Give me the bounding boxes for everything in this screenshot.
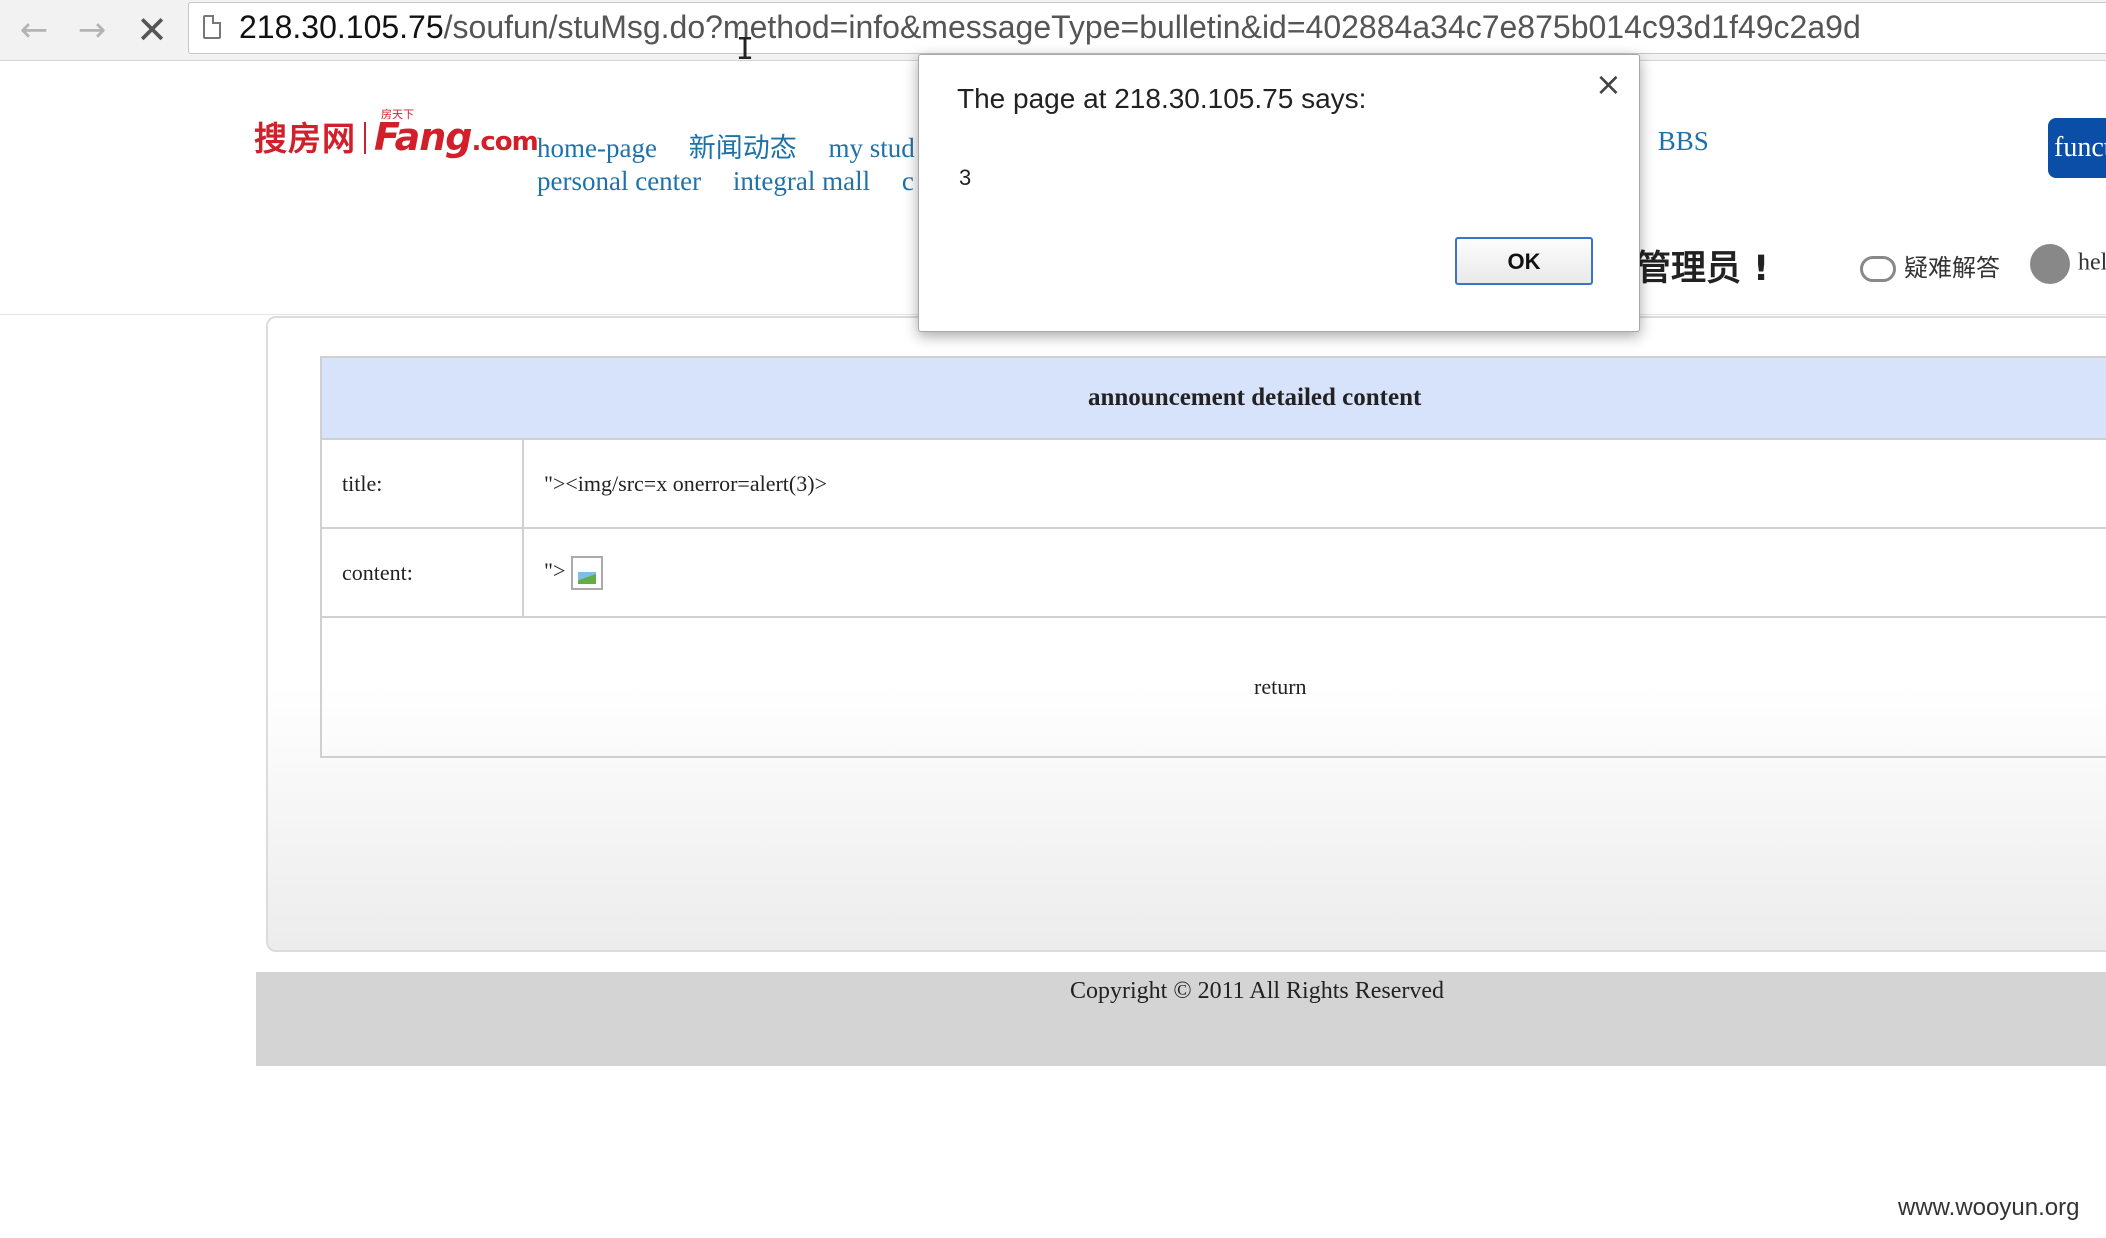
title-label: title: (320, 438, 524, 529)
welcome-user: 管理员 ! (1636, 249, 1770, 289)
main-nav-row-1: home-page 新闻动态 my stud (537, 126, 940, 165)
return-link[interactable]: return (320, 616, 2106, 758)
nav-news[interactable]: 新闻动态 (689, 133, 797, 163)
dialog-title: The page at 218.30.105.75 says: (957, 83, 1367, 114)
address-bar[interactable]: 218.30.105.75/soufun/stuMsg.do?method=in… (188, 2, 2106, 54)
stop-loading-icon[interactable]: ✕ (128, 6, 176, 54)
page-footer: Copyright © 2011 All Rights Reserved (256, 972, 2106, 1066)
chat-bubble-icon (1860, 256, 1896, 282)
nav-integral-mall[interactable]: integral mall (733, 166, 870, 196)
table-row: content: "> (320, 527, 2106, 618)
text-cursor-icon: I (736, 32, 755, 67)
dialog-message: 3 (959, 165, 972, 190)
title-value: "><img/src=x onerror=alert(3)> (522, 438, 2106, 529)
forward-arrow-icon[interactable]: → (68, 6, 116, 54)
table-row: title: "><img/src=x onerror=alert(3)> (320, 438, 2106, 529)
nav-home-page[interactable]: home-page (537, 133, 657, 163)
browser-toolbar: ← → ✕ 218.30.105.75/soufun/stuMsg.do?met… (0, 0, 2106, 61)
address-url[interactable]: 218.30.105.75/soufun/stuMsg.do?method=in… (239, 9, 1861, 46)
faq-link[interactable]: 疑难解答 (1860, 248, 2000, 283)
page-icon (203, 15, 221, 39)
main-nav-row-2: personal center integral mall c (537, 166, 939, 197)
back-arrow-icon[interactable]: ← (10, 6, 58, 54)
content-label: content: (320, 527, 524, 618)
function-button[interactable]: funct (2048, 118, 2106, 178)
ok-button[interactable]: OK (1455, 237, 1593, 285)
close-icon[interactable]: × (1595, 65, 1622, 103)
announcement-heading: announcement detailed content (320, 356, 2106, 440)
nav-my-study[interactable]: my stud (828, 133, 914, 163)
copyright-text: Copyright © 2011 All Rights Reserved (1070, 978, 1445, 1004)
nav-more[interactable]: c (902, 166, 914, 196)
site-logo[interactable]: 搜房网 Fang.com 房天下 (254, 108, 539, 160)
content-value-cell: "> (522, 527, 2106, 618)
alert-dialog: The page at 218.30.105.75 says: × 3 OK (918, 54, 1640, 332)
announcement-table: announcement detailed content title: "><… (320, 356, 2106, 758)
help-link[interactable]: hel (2030, 244, 2106, 284)
watermark: www.wooyun.org (1898, 1194, 2080, 1221)
help-cursor-icon (2030, 244, 2070, 284)
nav-personal-center[interactable]: personal center (537, 166, 701, 196)
broken-image-icon (570, 555, 603, 590)
nav-bbs[interactable]: BBS (1658, 126, 1709, 156)
content-value: "> (544, 557, 566, 583)
